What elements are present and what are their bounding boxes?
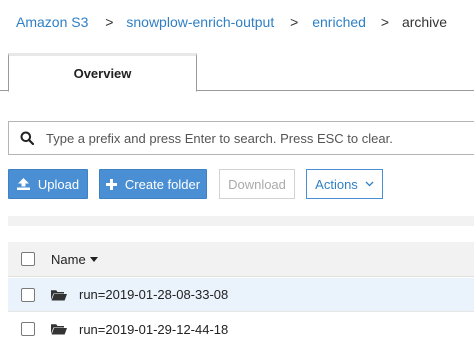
breadcrumb-current-archive: archive <box>401 14 448 30</box>
table-header: Name <box>8 242 474 277</box>
upload-button[interactable]: Upload <box>8 169 88 199</box>
row-checkbox[interactable] <box>21 322 35 336</box>
breadcrumb-link-enriched[interactable]: enriched <box>312 14 366 30</box>
breadcrumb-link-bucket[interactable]: snowplow-enrich-output <box>126 14 274 30</box>
row-checkbox[interactable] <box>21 287 35 302</box>
search-icon <box>20 131 34 145</box>
search-bar <box>8 121 474 155</box>
actions-label: Actions <box>315 176 358 192</box>
upload-label: Upload <box>37 176 80 192</box>
folder-open-icon <box>51 289 67 301</box>
tab-overview[interactable]: Overview <box>8 53 197 92</box>
upload-icon <box>16 178 30 190</box>
actions-dropdown-button[interactable]: Actions <box>306 169 383 199</box>
breadcrumb-separator: > <box>380 14 390 30</box>
folder-open-icon <box>51 323 67 335</box>
breadcrumb-link-amazon-s3[interactable]: Amazon S3 <box>16 14 88 30</box>
breadcrumb-separator: > <box>105 14 114 30</box>
table-row[interactable]: run=2019-01-29-12-44-18 <box>8 312 474 346</box>
row-name-link[interactable]: run=2019-01-29-12-44-18 <box>79 322 228 337</box>
search-input[interactable] <box>46 130 466 146</box>
sort-descending-icon <box>89 256 98 262</box>
table-row[interactable]: run=2019-01-28-08-33-08 <box>8 278 474 312</box>
create-folder-button[interactable]: Create folder <box>99 169 207 199</box>
select-all-checkbox[interactable] <box>21 252 35 266</box>
table-toolbar-strip <box>8 216 474 226</box>
column-header-name-label: Name <box>51 251 86 267</box>
tab-bar: Overview <box>0 53 474 92</box>
chevron-down-icon <box>365 181 374 187</box>
create-folder-label: Create folder <box>124 176 201 192</box>
column-header-name[interactable]: Name <box>51 252 98 267</box>
row-name-link[interactable]: run=2019-01-28-08-33-08 <box>79 287 228 302</box>
plus-icon <box>105 178 117 190</box>
breadcrumb-separator: > <box>290 14 299 30</box>
breadcrumb: Amazon S3 > snowplow-enrich-output > enr… <box>0 0 474 44</box>
download-button[interactable]: Download <box>219 169 295 199</box>
